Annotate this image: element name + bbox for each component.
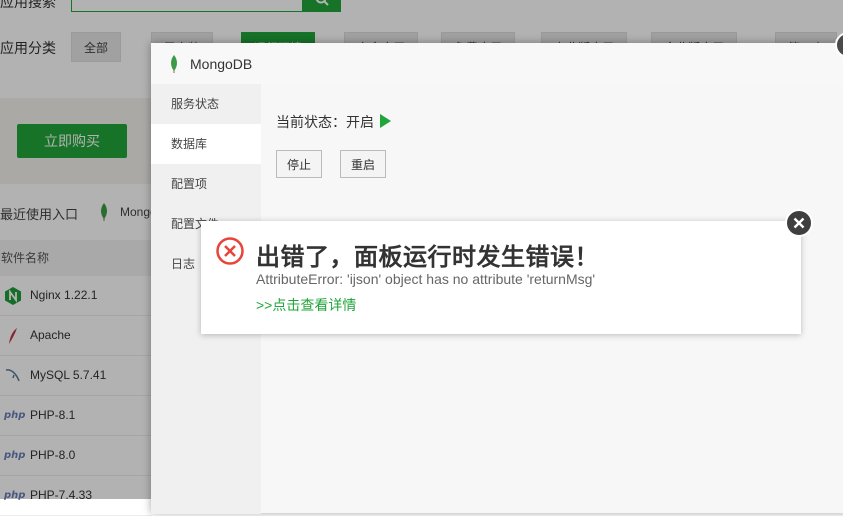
error-title: 出错了，面板运行时发生错误！ xyxy=(256,244,599,271)
dialog-title-bar: MongoDB xyxy=(151,43,843,85)
service-status: 当前状态：开启 xyxy=(276,112,391,132)
error-circle-x-icon xyxy=(216,237,244,265)
menu-database[interactable]: 数据库 xyxy=(151,124,261,164)
view-details-link[interactable]: >>点击查看详情 xyxy=(256,295,356,315)
menu-config-items[interactable]: 配置项 xyxy=(151,164,261,204)
status-value: 开启 xyxy=(346,114,374,130)
error-close-button[interactable] xyxy=(785,209,813,237)
play-icon xyxy=(380,114,391,128)
mongodb-leaf-icon xyxy=(171,55,177,73)
error-popup: 出错了，面板运行时发生错误！ AttributeError: 'ijson' o… xyxy=(201,221,801,334)
status-label: 当前状态： xyxy=(276,114,346,130)
dialog-title: MongoDB xyxy=(190,56,253,72)
close-icon xyxy=(793,217,805,229)
stop-button[interactable]: 停止 xyxy=(276,150,323,178)
menu-service-status[interactable]: 服务状态 xyxy=(151,84,261,124)
restart-button[interactable]: 重启 xyxy=(340,150,387,178)
error-message: AttributeError: 'ijson' object has no at… xyxy=(256,271,596,287)
